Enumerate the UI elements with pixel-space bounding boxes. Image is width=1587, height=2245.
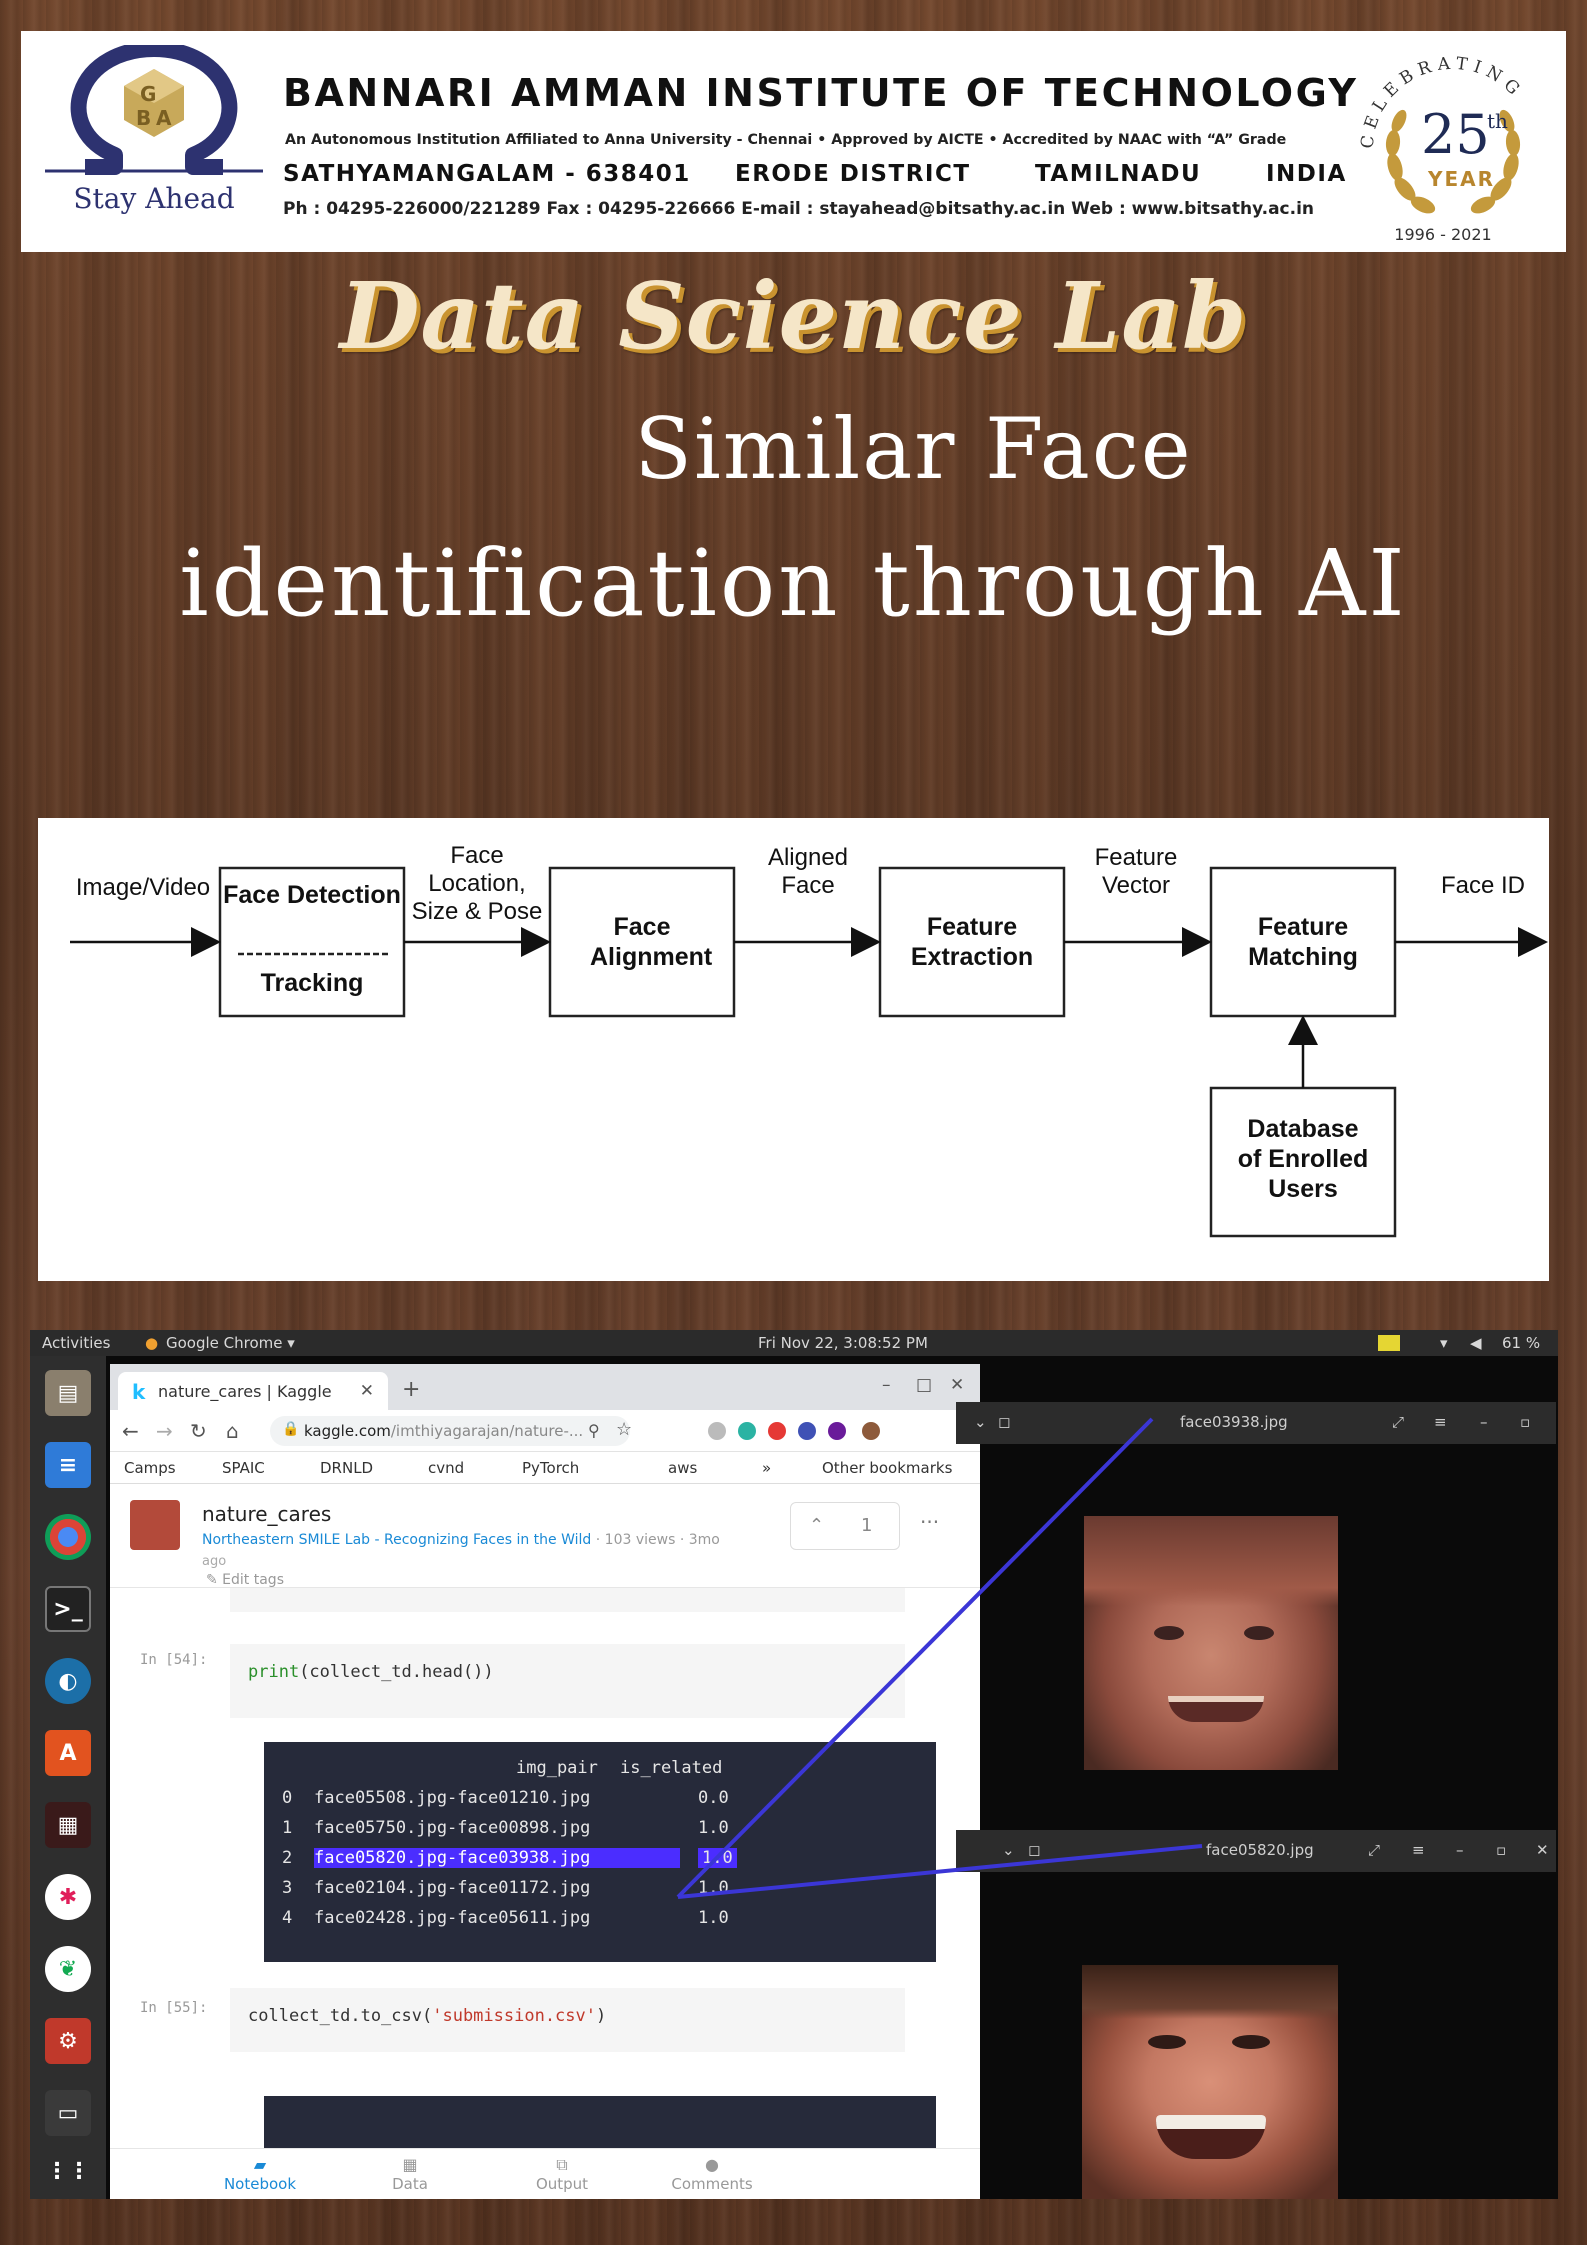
- anniversary-dates: 1996 - 2021: [1394, 225, 1492, 244]
- label-face-detection: Face Detection: [223, 881, 401, 909]
- match-connector-lines: [676, 1417, 1203, 1899]
- institution-banner: G B A Stay Ahead BANNARI AMMAN INSTITUTE…: [21, 31, 1566, 252]
- svg-text:B: B: [136, 106, 151, 130]
- label-face-location: Face Location, Size & Pose: [411, 842, 543, 925]
- label-image-video: Image/Video: [75, 874, 211, 901]
- label-face-id: Face ID: [1440, 872, 1526, 899]
- svg-text:G: G: [140, 82, 156, 106]
- label-feature-matching: Feature Matching: [1248, 913, 1358, 971]
- institution-name: BANNARI AMMAN INSTITUTE OF TECHNOLOGY: [283, 71, 1359, 115]
- anniversary-seal: CELEBRATING 25 th YEAR 1996 - 2021: [1343, 39, 1563, 249]
- lab-title: Data Science Lab: [339, 262, 1248, 370]
- label-feature-extraction: Feature Extraction: [910, 913, 1034, 971]
- anniversary-suffix: th: [1487, 109, 1508, 133]
- label-face-alignment: Face Alignment: [590, 913, 713, 971]
- institution-affiliation: An Autonomous Institution Affiliated to …: [285, 132, 1287, 148]
- institution-contact: Ph : 04295-226000/221289 Fax : 04295-226…: [283, 199, 1315, 219]
- label-feature-vector: Feature Vector: [1094, 844, 1178, 899]
- anniversary-year-label: YEAR: [1428, 167, 1496, 191]
- connector-to-face-2: [677, 1844, 1203, 1899]
- project-title-line-1: Similar Face: [634, 400, 1193, 498]
- svg-text:A: A: [156, 106, 172, 130]
- institution-address: SATHYAMANGALAM - 638401 ERODE DISTRICT T…: [283, 161, 1363, 193]
- connector-to-face-1: [676, 1417, 1154, 1899]
- address-district: ERODE DISTRICT: [735, 161, 971, 187]
- omega-logo-icon: G B A: [45, 45, 263, 175]
- anniversary-number: 25: [1421, 103, 1490, 166]
- logo-tagline: Stay Ahead: [73, 182, 235, 215]
- address-state: TAMILNADU: [1035, 161, 1202, 187]
- address-city: SATHYAMANGALAM - 638401: [283, 161, 691, 187]
- label-tracking: Tracking: [260, 969, 364, 997]
- project-title-line-2: identification through AI: [179, 530, 1408, 637]
- institution-logo: G B A Stay Ahead: [45, 45, 263, 235]
- address-country: INDIA: [1266, 161, 1347, 187]
- desktop-screenshot: Activities ● Google Chrome ▾ Fri Nov 22,…: [30, 1330, 1558, 2199]
- label-database: Database of Enrolled Users: [1237, 1115, 1369, 1203]
- face-recognition-pipeline-diagram: Image/Video Face Detection Tracking Face…: [38, 818, 1549, 1281]
- label-aligned-face: Aligned Face: [767, 844, 849, 899]
